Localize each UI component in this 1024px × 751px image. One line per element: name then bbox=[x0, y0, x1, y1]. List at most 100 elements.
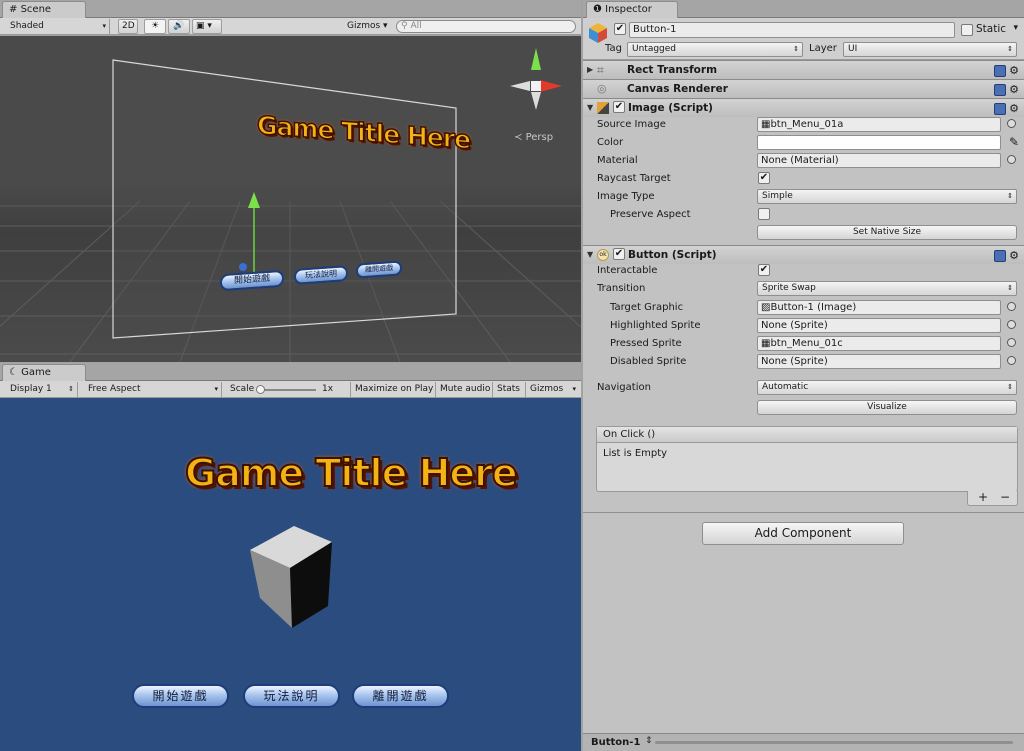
game-menu-button-start[interactable]: 開始遊戲 bbox=[132, 684, 229, 708]
button-component-icon: ok bbox=[597, 249, 609, 261]
tab-scene[interactable]: # Scene bbox=[2, 1, 86, 18]
help-book-icon[interactable] bbox=[994, 102, 1007, 115]
image-script-header[interactable]: ▼ ✔ Image (Script) ⚙ bbox=[583, 98, 1024, 117]
tab-game[interactable]: ☾ Game bbox=[2, 364, 86, 381]
source-image-field[interactable]: ▦btn_Menu_01a bbox=[757, 117, 1001, 132]
game-viewport[interactable]: Game Title Here 開始遊戲 玩法說明 離開遊戲 bbox=[0, 398, 581, 751]
mode-2d-button[interactable]: 2D bbox=[118, 19, 138, 34]
game-gizmos-dropdown[interactable]: Gizmos ▾ bbox=[525, 382, 579, 397]
mute-audio-toggle[interactable]: Mute audio bbox=[435, 382, 491, 397]
target-graphic-field[interactable]: ▨Button-1 (Image) bbox=[757, 300, 1001, 315]
navigation-value: Automatic bbox=[762, 382, 809, 392]
footer-drag-handle-icon[interactable]: ⇕ bbox=[645, 736, 653, 746]
object-picker-icon[interactable] bbox=[1007, 338, 1016, 347]
static-dropdown-arrow-icon[interactable]: ▾ bbox=[1013, 23, 1018, 33]
rect-transform-header[interactable]: ▶ ⌗ Rect Transform ⚙ bbox=[583, 60, 1024, 79]
gizmo-negy-cone-icon[interactable] bbox=[531, 92, 541, 110]
scene-gizmos-dropdown[interactable]: Gizmos ▾ bbox=[343, 19, 393, 34]
image-type-dropdown[interactable]: Simple ⇕ bbox=[757, 189, 1017, 204]
object-picker-icon[interactable] bbox=[1007, 119, 1016, 128]
gizmo-y-cone-icon[interactable] bbox=[531, 48, 541, 70]
material-field[interactable]: None (Material) bbox=[757, 153, 1001, 168]
image-enabled-checkbox[interactable]: ✔ bbox=[613, 101, 625, 113]
search-placeholder: All bbox=[410, 21, 422, 31]
navigation-row: Navigation Automatic ⇕ bbox=[583, 379, 1024, 397]
object-picker-icon[interactable] bbox=[1007, 302, 1016, 311]
maximize-on-play-toggle[interactable]: Maximize on Play bbox=[350, 382, 434, 397]
scale-slider[interactable] bbox=[256, 385, 316, 394]
scene-viewport[interactable]: Game Title Here 開始遊戲 玩法說明 離開遊戲 ≺ Persp bbox=[0, 36, 581, 362]
source-image-value: btn_Menu_01a bbox=[770, 119, 844, 130]
transition-dropdown[interactable]: Sprite Swap ⇕ bbox=[757, 281, 1017, 296]
lighting-icon[interactable]: ☀ bbox=[144, 19, 166, 34]
footer-resize-bar[interactable] bbox=[655, 741, 1013, 744]
layer-label: Layer bbox=[809, 43, 837, 54]
effects-icon[interactable]: ▣ ▾ bbox=[192, 19, 222, 34]
shading-value: Shaded bbox=[10, 21, 44, 31]
button-script-title: Button (Script) bbox=[628, 249, 717, 261]
stats-toggle[interactable]: Stats bbox=[492, 382, 524, 397]
gear-icon[interactable]: ⚙ bbox=[1009, 64, 1019, 77]
color-field[interactable] bbox=[757, 135, 1001, 150]
gear-icon[interactable]: ⚙ bbox=[1009, 249, 1019, 262]
object-picker-icon[interactable] bbox=[1007, 155, 1016, 164]
move-z-handle-icon[interactable] bbox=[239, 263, 247, 271]
object-picker-icon[interactable] bbox=[1007, 356, 1016, 365]
foldout-down-icon[interactable]: ▼ bbox=[587, 103, 593, 112]
raycast-checkbox[interactable]: ✔ bbox=[758, 172, 770, 184]
scene-search-input[interactable]: ⚲ All bbox=[396, 20, 576, 33]
add-event-button[interactable]: + bbox=[978, 491, 988, 504]
add-component-button[interactable]: Add Component bbox=[702, 522, 904, 545]
eyedropper-icon[interactable]: ✎ bbox=[1009, 135, 1019, 149]
gizmo-center-cube-icon[interactable] bbox=[531, 81, 541, 91]
object-picker-icon[interactable] bbox=[1007, 320, 1016, 329]
game-menu-button-howto[interactable]: 玩法說明 bbox=[243, 684, 340, 708]
tab-inspector[interactable]: ❶ Inspector bbox=[586, 1, 678, 18]
tag-dropdown[interactable]: Untagged ⇕ bbox=[627, 42, 803, 57]
active-checkbox[interactable]: ✔ bbox=[614, 23, 626, 35]
help-book-icon[interactable] bbox=[994, 64, 1007, 77]
object-name-field[interactable]: Button-1 bbox=[629, 22, 955, 38]
pressed-sprite-field[interactable]: ▦btn_Menu_01c bbox=[757, 336, 1001, 351]
source-image-label: Source Image bbox=[597, 119, 666, 130]
gizmo-x-cone-icon[interactable] bbox=[540, 80, 562, 92]
raycast-label: Raycast Target bbox=[597, 173, 671, 184]
foldout-right-icon[interactable]: ▶ bbox=[587, 65, 593, 74]
button-enabled-checkbox[interactable]: ✔ bbox=[613, 248, 625, 260]
rect-transform-actions: ⚙ bbox=[994, 64, 1019, 77]
navigation-dropdown[interactable]: Automatic ⇕ bbox=[757, 380, 1017, 395]
set-native-size-button[interactable]: Set Native Size bbox=[757, 225, 1017, 240]
canvas-renderer-header[interactable]: ◎ Canvas Renderer ⚙ bbox=[583, 79, 1024, 98]
gear-icon[interactable]: ⚙ bbox=[1009, 83, 1019, 96]
color-row: Color ✎ bbox=[583, 134, 1024, 152]
help-book-icon[interactable] bbox=[994, 249, 1007, 262]
color-label: Color bbox=[597, 137, 624, 148]
disabled-sprite-field[interactable]: None (Sprite) bbox=[757, 354, 1001, 369]
interactable-label: Interactable bbox=[597, 265, 658, 276]
gizmo-negx-cone-icon[interactable] bbox=[510, 81, 530, 91]
gear-icon[interactable]: ⚙ bbox=[1009, 102, 1019, 115]
static-checkbox[interactable] bbox=[961, 24, 973, 36]
scale-slider-handle[interactable] bbox=[256, 385, 265, 394]
display-dropdown[interactable]: Display 1 ⇕ bbox=[6, 382, 78, 397]
aspect-value: Free Aspect bbox=[88, 384, 141, 394]
audio-icon[interactable]: 🔊 bbox=[168, 19, 190, 34]
visualize-button[interactable]: Visualize bbox=[757, 400, 1017, 415]
onclick-header: On Click () bbox=[597, 427, 1017, 443]
help-book-icon[interactable] bbox=[994, 83, 1007, 96]
image-script-actions: ⚙ bbox=[994, 102, 1019, 115]
aspect-dropdown[interactable]: Free Aspect ▾ bbox=[84, 382, 222, 397]
scene-orientation-gizmo[interactable] bbox=[506, 44, 566, 114]
remove-event-button[interactable]: − bbox=[1000, 491, 1010, 504]
foldout-down-icon[interactable]: ▼ bbox=[587, 250, 593, 259]
layer-dropdown[interactable]: UI ⇕ bbox=[843, 42, 1017, 57]
highlighted-sprite-field[interactable]: None (Sprite) bbox=[757, 318, 1001, 333]
interactable-checkbox[interactable]: ✔ bbox=[758, 264, 770, 276]
shading-dropdown[interactable]: Shaded ▾ bbox=[6, 19, 110, 34]
preserve-aspect-checkbox[interactable] bbox=[758, 208, 770, 220]
search-icon: ⚲ bbox=[401, 21, 408, 31]
preserve-aspect-row: Preserve Aspect bbox=[583, 206, 1024, 224]
game-menu-button-exit[interactable]: 離開遊戲 bbox=[352, 684, 449, 708]
persp-label[interactable]: ≺ Persp bbox=[514, 132, 553, 143]
scale-value: 1x bbox=[322, 384, 334, 394]
